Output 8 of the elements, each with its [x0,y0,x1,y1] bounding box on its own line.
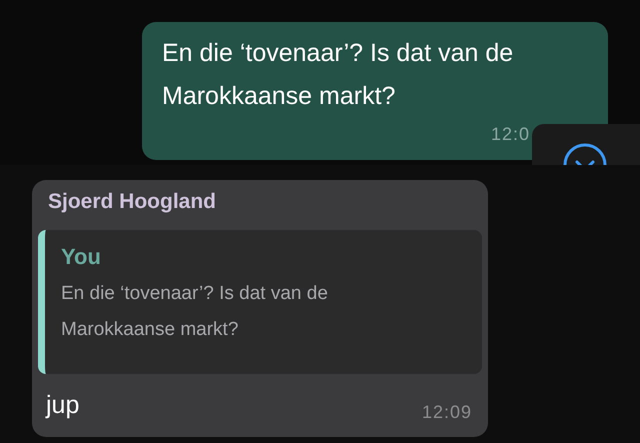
quote-text: En die ‘tovenaar’? Is dat van de Marokkaanse markt? [61,282,329,342]
sender-name: Sjoerd Hoogland [48,190,217,214]
message-time: 12:09 [422,402,472,423]
quote-author: You [61,244,102,270]
quoted-message[interactable]: You En die ‘tovenaar’? Is dat van de Marokkaanse markt? [38,230,482,374]
message-text: En die ‘tovenaar’? Is dat van de Marokkaanse markt? [162,38,514,112]
message-text: jup [46,391,80,420]
message-time: 12:0 [490,124,530,145]
